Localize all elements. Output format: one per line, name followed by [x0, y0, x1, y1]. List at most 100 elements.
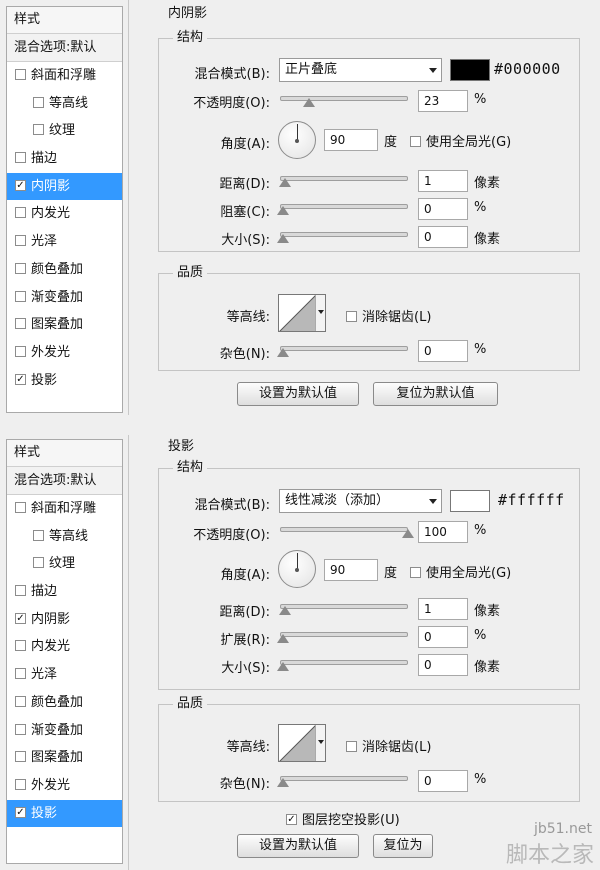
style-checkbox[interactable] [15, 179, 26, 191]
style-list-item[interactable]: 斜面和浮雕 [7, 495, 122, 523]
opacity-input[interactable]: 23 [418, 90, 468, 112]
style-checkbox[interactable] [15, 207, 26, 219]
opacity-input[interactable]: 100 [418, 521, 468, 543]
style-checkbox[interactable] [33, 124, 44, 136]
style-list-item[interactable]: 内发光 [7, 633, 122, 661]
style-list-item[interactable]: 颜色叠加 [7, 256, 122, 284]
style-list-item[interactable]: 纹理 [7, 550, 122, 578]
distance-slider[interactable] [280, 176, 408, 181]
opacity-slider-thumb[interactable] [303, 98, 316, 107]
style-list-item[interactable]: 纹理 [7, 117, 122, 145]
style-checkbox[interactable] [15, 585, 26, 597]
style-checkbox[interactable] [15, 373, 26, 385]
style-list-item[interactable]: 渐变叠加 [7, 717, 122, 745]
contour-picker[interactable] [278, 724, 326, 762]
distance-slider[interactable] [280, 604, 408, 609]
antialias-checkbox[interactable] [346, 741, 357, 752]
style-checkbox[interactable] [33, 557, 44, 569]
make-default-button[interactable]: 设置为默认值 [237, 382, 359, 406]
size-slider-thumb[interactable] [277, 234, 289, 243]
style-checkbox[interactable] [15, 695, 26, 707]
style-checkbox[interactable] [15, 612, 26, 624]
size-input[interactable]: 0 [418, 654, 468, 676]
antialias-toggle[interactable]: 消除锯齿(L) [346, 736, 431, 755]
noise-input[interactable]: 0 [418, 770, 468, 792]
contour-picker[interactable] [278, 294, 326, 332]
style-checkbox[interactable] [33, 96, 44, 108]
style-checkbox[interactable] [15, 345, 26, 357]
antialias-toggle[interactable]: 消除锯齿(L) [346, 306, 431, 325]
style-list-item[interactable]: 光泽 [7, 661, 122, 689]
style-list-item[interactable]: 斜面和浮雕 [7, 62, 122, 90]
opacity-slider[interactable] [280, 96, 408, 101]
reset-default-button[interactable]: 复位为 [373, 834, 433, 858]
choke-slider[interactable] [280, 204, 408, 209]
blend-options-item[interactable]: 混合选项:默认 [7, 34, 122, 62]
style-checkbox[interactable] [15, 806, 26, 818]
distance-slider-thumb[interactable] [279, 178, 291, 187]
style-checkbox[interactable] [15, 502, 26, 513]
spread-slider[interactable] [280, 632, 408, 637]
style-checkbox[interactable] [15, 640, 26, 652]
global-light-toggle[interactable]: 使用全局光(G) [410, 131, 511, 150]
style-list-item[interactable]: 投影 [7, 367, 122, 395]
angle-input[interactable]: 90 [324, 559, 378, 581]
blend-options-item[interactable]: 混合选项:默认 [7, 467, 122, 495]
style-checkbox[interactable] [15, 778, 26, 790]
reset-default-button[interactable]: 复位为默认值 [373, 382, 498, 406]
style-checkbox[interactable] [15, 723, 26, 735]
global-light-checkbox[interactable] [410, 136, 421, 147]
size-slider-thumb[interactable] [277, 662, 289, 671]
style-list-item[interactable]: 外发光 [7, 339, 122, 367]
global-light-toggle[interactable]: 使用全局光(G) [410, 562, 511, 581]
style-list-item[interactable]: 描边 [7, 145, 122, 173]
style-list-item[interactable]: 光泽 [7, 228, 122, 256]
noise-slider[interactable] [280, 776, 408, 781]
style-checkbox[interactable] [15, 318, 26, 330]
angle-dial[interactable] [278, 550, 316, 588]
spread-input[interactable]: 0 [418, 626, 468, 648]
noise-slider-thumb[interactable] [277, 348, 289, 357]
noise-slider-thumb[interactable] [277, 778, 289, 787]
style-checkbox[interactable] [33, 529, 44, 541]
style-checkbox[interactable] [15, 69, 26, 80]
noise-input[interactable]: 0 [418, 340, 468, 362]
style-checkbox[interactable] [15, 668, 26, 680]
style-checkbox[interactable] [15, 235, 26, 247]
choke-slider-thumb[interactable] [277, 206, 289, 215]
size-slider[interactable] [280, 232, 408, 237]
style-list-item[interactable]: 投影 [7, 799, 122, 828]
color-swatch[interactable] [450, 59, 490, 81]
style-list-item[interactable]: 等高线 [7, 523, 122, 551]
style-list-item[interactable]: 图案叠加 [7, 744, 122, 772]
choke-input[interactable]: 0 [418, 198, 468, 220]
style-checkbox[interactable] [15, 290, 26, 302]
style-checkbox[interactable] [15, 751, 26, 763]
style-list-item[interactable]: 内发光 [7, 200, 122, 228]
angle-dial[interactable] [278, 121, 316, 159]
make-default-button[interactable]: 设置为默认值 [237, 834, 359, 858]
angle-input[interactable]: 90 [324, 129, 378, 151]
style-list-item[interactable]: 等高线 [7, 90, 122, 118]
size-slider[interactable] [280, 660, 408, 665]
style-list-item[interactable]: 颜色叠加 [7, 689, 122, 717]
style-checkbox[interactable] [15, 262, 26, 274]
distance-input[interactable]: 1 [418, 170, 468, 192]
spread-slider-thumb[interactable] [277, 634, 289, 643]
distance-input[interactable]: 1 [418, 598, 468, 620]
blend-mode-select[interactable]: 线性减淡（添加） [279, 489, 442, 513]
antialias-checkbox[interactable] [346, 311, 357, 322]
style-list-item[interactable]: 描边 [7, 578, 122, 606]
style-list-item[interactable]: 渐变叠加 [7, 284, 122, 312]
style-list-item[interactable]: 图案叠加 [7, 311, 122, 339]
style-list-item[interactable]: 外发光 [7, 772, 122, 800]
distance-slider-thumb[interactable] [279, 606, 291, 615]
opacity-slider[interactable] [280, 527, 408, 532]
style-list-item[interactable]: 内阴影 [7, 172, 122, 201]
noise-slider[interactable] [280, 346, 408, 351]
style-checkbox[interactable] [15, 152, 26, 164]
blend-mode-select[interactable]: 正片叠底 [279, 58, 442, 82]
opacity-slider-thumb[interactable] [402, 529, 414, 538]
size-input[interactable]: 0 [418, 226, 468, 248]
global-light-checkbox[interactable] [410, 567, 421, 578]
